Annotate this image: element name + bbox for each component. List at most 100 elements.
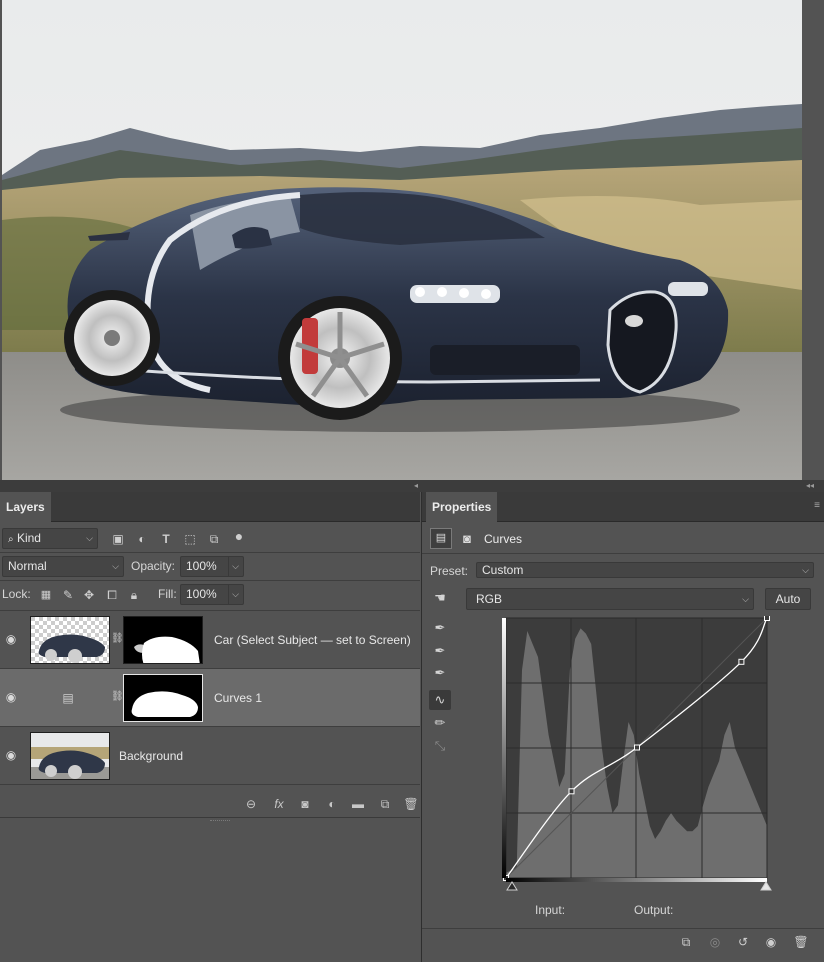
- lock-row: Lock: ▦ ✎ ✥ ⧠ 🔒︎ Fill: 100% ⌵: [0, 582, 420, 608]
- layer-row-car[interactable]: ◉ ⛓ Car (Select Subject — set to Screen): [0, 611, 420, 669]
- visibility-eye-icon[interactable]: ◉: [763, 934, 779, 950]
- shape-filter-icon[interactable]: ⬚: [182, 531, 198, 547]
- layer-thumbnail: [30, 616, 110, 664]
- preset-label: Preset:: [430, 564, 469, 578]
- add-mask-icon[interactable]: ◙: [297, 796, 313, 812]
- filter-kind-value: Kind: [16, 531, 41, 545]
- white-point-slider[interactable]: [760, 881, 772, 891]
- divider: [0, 552, 420, 553]
- curve-point-3[interactable]: [738, 658, 745, 665]
- layer-name[interactable]: Curves 1: [214, 669, 262, 727]
- smart-object-filter-icon[interactable]: ⧉: [206, 531, 222, 547]
- adjustment-title: Curves: [484, 532, 523, 546]
- lock-artboard-icon[interactable]: ⧠: [104, 587, 120, 603]
- preset-dropdown[interactable]: Custom ⌵: [476, 562, 814, 578]
- type-filter-icon[interactable]: T: [158, 531, 174, 547]
- visibility-eye-icon[interactable]: ◉: [4, 690, 18, 704]
- lock-all-icon[interactable]: 🔒︎: [126, 587, 142, 603]
- fx-icon[interactable]: fx: [271, 796, 287, 812]
- panel-dock-strip: ◂ ◂◂: [0, 480, 824, 492]
- trash-icon[interactable]: 🗑︎: [793, 934, 809, 950]
- collapse-left-icon[interactable]: ◂: [414, 480, 418, 492]
- filter-toggle-icon[interactable]: ●: [231, 528, 247, 544]
- properties-panel: Properties ≡ ▤ ◙ Curves Preset: Custom ⌵…: [421, 492, 824, 962]
- adjustment-filter-icon[interactable]: ◐: [134, 531, 150, 547]
- auto-button[interactable]: Auto: [765, 588, 811, 610]
- reset-icon[interactable]: ↺: [735, 934, 751, 950]
- layer-thumbnail: [30, 732, 110, 780]
- car-photo: [0, 0, 824, 480]
- curve-points-tool-icon[interactable]: ∿: [429, 690, 451, 710]
- white-point-eyedropper-icon[interactable]: ✒: [429, 663, 451, 683]
- fill-value: 100%: [186, 587, 217, 601]
- pixel-filter-icon[interactable]: ▣: [110, 531, 126, 547]
- panel-menu-icon[interactable]: ≡: [814, 500, 820, 511]
- chevron-down-icon: ⌵: [86, 533, 93, 543]
- new-layer-icon[interactable]: ⧉: [377, 796, 393, 812]
- collapse-right-icon[interactable]: ◂◂: [806, 480, 814, 492]
- input-label: Input:: [535, 903, 566, 917]
- mask-icon[interactable]: ◙: [458, 528, 476, 549]
- channel-dropdown[interactable]: RGB ⌵: [466, 588, 754, 610]
- filter-kind-dropdown[interactable]: ⌕ Kind ⌵: [2, 528, 98, 549]
- curve-point-1[interactable]: [568, 788, 575, 795]
- blend-mode-value: Normal: [8, 559, 47, 573]
- curve-point-4[interactable]: [764, 616, 770, 621]
- tab-properties[interactable]: Properties: [426, 492, 498, 522]
- search-icon: ⌕: [8, 534, 14, 545]
- properties-tab-bar: Properties ≡: [422, 492, 824, 522]
- divider: [0, 580, 420, 581]
- layer-mask-thumbnail[interactable]: [123, 616, 203, 664]
- output-label: Output:: [634, 903, 674, 917]
- chevron-down-icon: ⌵: [802, 565, 809, 575]
- new-group-icon[interactable]: ▬: [350, 796, 366, 812]
- layer-mask-thumbnail[interactable]: [123, 674, 203, 722]
- view-previous-icon[interactable]: ◎: [707, 934, 723, 950]
- fill-label: Fill:: [158, 587, 177, 601]
- opacity-field[interactable]: 100% ⌵: [180, 556, 244, 577]
- gray-point-eyedropper-icon[interactable]: ✒: [429, 641, 451, 661]
- panel-resize-grip[interactable]: [210, 820, 230, 822]
- visibility-eye-icon[interactable]: ◉: [4, 748, 18, 762]
- curves-graph[interactable]: [502, 616, 772, 896]
- opacity-value: 100%: [186, 559, 217, 573]
- layers-tab-bar: Layers: [0, 492, 420, 522]
- curves-adjustment-icon: ▤: [62, 691, 74, 705]
- properties-header: ▤ ◙ Curves: [422, 524, 824, 554]
- black-point-slider[interactable]: [506, 881, 518, 891]
- link-layers-icon[interactable]: ⊖: [243, 796, 259, 812]
- smooth-curve-icon[interactable]: ⤡: [429, 736, 451, 756]
- link-chain-icon[interactable]: ⛓: [111, 633, 124, 647]
- link-chain-icon[interactable]: ⛓: [111, 691, 124, 705]
- chevron-down-icon: ⌵: [228, 585, 239, 604]
- curve-point-2[interactable]: [634, 744, 640, 751]
- trash-icon[interactable]: 🗑︎: [403, 796, 419, 812]
- pencil-tool-icon[interactable]: ✏: [429, 713, 451, 733]
- lock-paint-icon[interactable]: ✎: [60, 587, 76, 603]
- blend-mode-dropdown[interactable]: Normal ⌵: [2, 556, 124, 577]
- curves-adjustment-icon[interactable]: ▤: [430, 528, 452, 549]
- opacity-label: Opacity:: [131, 559, 176, 573]
- layer-row-background[interactable]: ◉ Background: [0, 727, 420, 785]
- blend-row: Normal ⌵ Opacity: 100% ⌵: [0, 554, 420, 580]
- tab-layers[interactable]: Layers: [0, 492, 51, 522]
- new-adjustment-icon[interactable]: ◐: [324, 796, 340, 812]
- document-canvas[interactable]: [0, 0, 824, 480]
- preset-value: Custom: [482, 563, 524, 577]
- visibility-eye-icon[interactable]: ◉: [4, 632, 18, 646]
- layer-name[interactable]: Background: [119, 727, 183, 785]
- lock-position-icon[interactable]: ✥: [81, 587, 97, 603]
- chevron-down-icon: ⌵: [112, 561, 119, 571]
- fill-field[interactable]: 100% ⌵: [180, 584, 244, 605]
- input-gradient-strip: [506, 878, 767, 882]
- layer-row-curves[interactable]: ◉ ▤ ⛓ Curves 1: [0, 669, 420, 727]
- lock-transparent-icon[interactable]: ▦: [38, 587, 54, 603]
- output-gradient-strip: [502, 618, 506, 878]
- layers-panel: Layers ⌕ Kind ⌵ ▣ ◐ T ⬚ ⧉ ● Normal ⌵ Opa…: [0, 492, 420, 962]
- black-point-eyedropper-icon[interactable]: ✒: [429, 618, 451, 638]
- clip-to-layer-icon[interactable]: ⧉: [678, 934, 694, 950]
- layer-name[interactable]: Car (Select Subject — set to Screen): [214, 611, 411, 669]
- on-image-adjust-icon[interactable]: ☚: [429, 588, 451, 608]
- chevron-down-icon: ⌵: [228, 557, 239, 576]
- lock-label: Lock:: [2, 587, 31, 601]
